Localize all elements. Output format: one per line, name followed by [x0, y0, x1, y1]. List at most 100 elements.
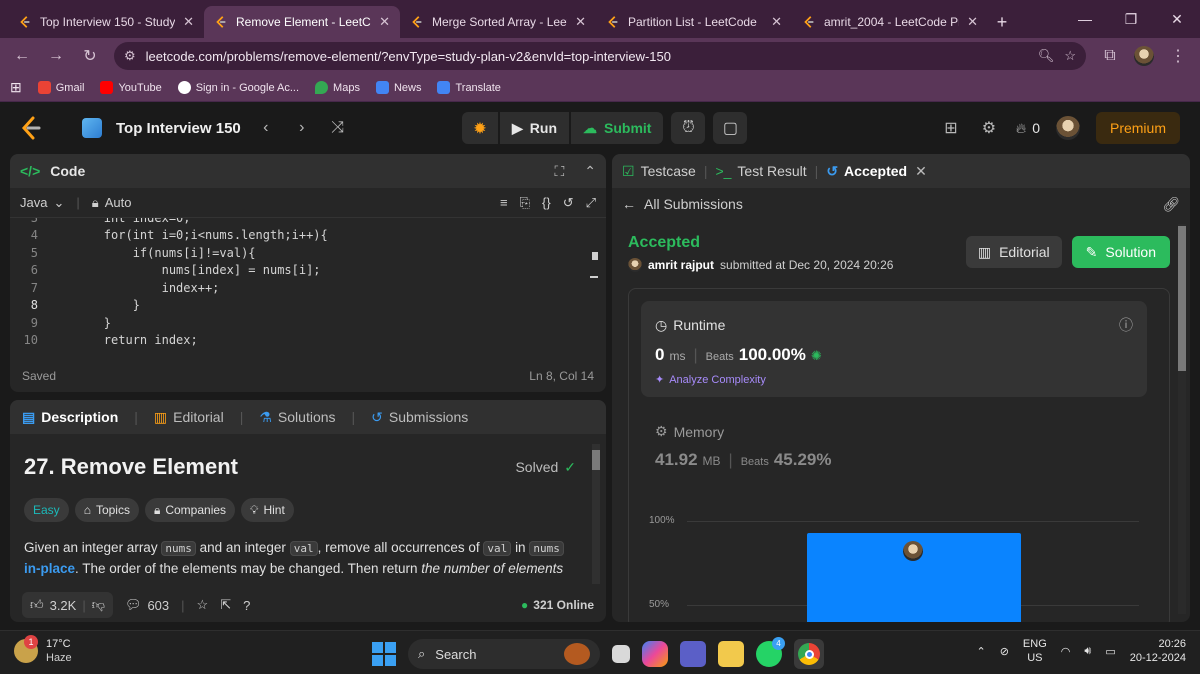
- close-tab-icon[interactable]: ✕: [379, 14, 390, 30]
- battery-icon[interactable]: ▭: [1105, 645, 1115, 658]
- tab-accepted[interactable]: ↺ Accepted: [826, 163, 907, 180]
- comments-button[interactable]: 💬︎ 603: [125, 597, 169, 613]
- browser-tab-active[interactable]: Remove Element - LeetCode ✕: [204, 6, 400, 38]
- bookmark-translate[interactable]: Translate: [437, 81, 501, 94]
- bookmark-youtube[interactable]: YouTube: [100, 81, 162, 94]
- share-icon[interactable]: ⇱: [220, 597, 231, 613]
- bookmark-maps[interactable]: Maps: [315, 81, 360, 94]
- code-editor[interactable]: 3 int index=0; 4 for(int i=0;i<nums.leng…: [10, 218, 606, 358]
- menu-icon[interactable]: ⋮: [1164, 42, 1192, 70]
- profile-avatar[interactable]: [1130, 42, 1158, 70]
- tray-overflow-icon[interactable]: ⌃: [976, 645, 985, 658]
- tab-solutions[interactable]: ⚗ Solutions: [259, 409, 335, 426]
- all-submissions-link[interactable]: All Submissions: [644, 196, 743, 212]
- like-button[interactable]: 👍︎ 3.2K | 👎︎: [22, 592, 113, 618]
- volume-icon[interactable]: 🔊︎: [1084, 645, 1091, 658]
- fullscreen-icon[interactable]: ⤢: [586, 195, 596, 211]
- bookmark-gmail[interactable]: Gmail: [37, 81, 84, 94]
- result-scrollbar[interactable]: [1178, 224, 1186, 614]
- leetcode-logo-icon[interactable]: [18, 115, 44, 141]
- user-avatar[interactable]: [1055, 116, 1080, 140]
- close-tab-icon[interactable]: ✕: [575, 14, 586, 30]
- site-info-icon[interactable]: ⚙: [124, 48, 136, 64]
- submitter-name[interactable]: amrit rajput: [648, 258, 714, 272]
- teams-icon[interactable]: [680, 641, 706, 667]
- topics-button[interactable]: ⌂ Topics: [74, 498, 139, 522]
- notes-button[interactable]: ▢: [713, 112, 748, 144]
- maximize-icon[interactable]: ⛶: [554, 163, 564, 180]
- problem-title[interactable]: 27. Remove Element: [24, 454, 238, 480]
- run-button[interactable]: ▶ Run: [500, 112, 569, 144]
- minimize-icon[interactable]: —: [1062, 0, 1108, 38]
- analyze-complexity-link[interactable]: ✦ Analyze Complexity: [655, 373, 1133, 387]
- distribution-bar[interactable]: [807, 533, 1021, 622]
- zoom-icon[interactable]: 🔍︎: [1038, 48, 1055, 64]
- close-tab-icon[interactable]: ✕: [915, 163, 927, 180]
- chevron-left-icon[interactable]: ‹: [255, 119, 277, 137]
- apps-grid-icon[interactable]: ⊞: [10, 79, 22, 96]
- browser-tab[interactable]: Merge Sorted Array - LeetCo ✕: [400, 6, 596, 38]
- premium-button[interactable]: Premium: [1095, 112, 1180, 144]
- new-tab-button[interactable]: +: [988, 6, 1016, 38]
- settings-gear-icon[interactable]: ⚙: [978, 118, 1000, 138]
- braces-icon[interactable]: {}: [542, 195, 551, 210]
- forward-icon[interactable]: →: [42, 42, 70, 70]
- submit-button[interactable]: ☁ Submit: [571, 112, 664, 144]
- link-icon[interactable]: 🔗︎: [1162, 196, 1180, 213]
- chrome-icon[interactable]: [794, 639, 824, 669]
- back-arrow-icon[interactable]: ←: [622, 196, 636, 212]
- hint-button[interactable]: 💡︎ Hint: [241, 498, 294, 522]
- network-off-icon[interactable]: ⊘: [1000, 645, 1009, 658]
- language-indicator[interactable]: ENG US: [1023, 637, 1047, 665]
- autocomplete-mode[interactable]: 🔒︎ Auto: [92, 195, 132, 211]
- language-select[interactable]: Java ⌄: [20, 195, 64, 211]
- collapse-chevron-icon[interactable]: ⌃: [584, 163, 596, 180]
- weather-widget[interactable]: 1 17°C Haze: [14, 635, 72, 665]
- reload-icon[interactable]: ↻: [76, 42, 104, 70]
- reset-icon[interactable]: ↺: [563, 195, 574, 211]
- solution-button[interactable]: ✎ Solution: [1071, 236, 1170, 268]
- companies-button[interactable]: 🔒︎ Companies: [144, 498, 236, 522]
- bookmark-google-signin[interactable]: Sign in - Google Ac...: [177, 81, 299, 94]
- star-icon[interactable]: ☆: [197, 597, 209, 613]
- clock[interactable]: 20:26 20-12-2024: [1130, 637, 1186, 665]
- study-plan-title[interactable]: Top Interview 150: [116, 120, 241, 137]
- editor-scrollbar[interactable]: [592, 252, 598, 260]
- in-place-link[interactable]: in-place: [24, 561, 75, 576]
- chevron-right-icon[interactable]: ›: [291, 119, 313, 137]
- url-bar[interactable]: ⚙ leetcode.com/problems/remove-element/?…: [114, 42, 1086, 70]
- file-explorer-icon[interactable]: [718, 641, 744, 667]
- shuffle-icon[interactable]: ⤨: [327, 119, 349, 137]
- help-icon[interactable]: ?: [243, 598, 250, 613]
- streak-counter[interactable]: 🔥︎ 0: [1016, 120, 1040, 137]
- bookmark-icon[interactable]: ⎘: [520, 195, 530, 211]
- back-icon[interactable]: ←: [8, 42, 36, 70]
- close-tab-icon[interactable]: ✕: [183, 14, 194, 30]
- bookmark-news[interactable]: News: [375, 81, 421, 94]
- description-scrollbar[interactable]: [592, 444, 600, 584]
- tab-description[interactable]: ▤ Description: [22, 409, 118, 426]
- tab-editorial[interactable]: ▥ Editorial: [154, 409, 224, 426]
- debug-button[interactable]: ✹: [462, 112, 498, 144]
- bookmark-star-icon[interactable]: ☆: [1064, 48, 1076, 64]
- editorial-button[interactable]: ▥ Editorial: [965, 236, 1062, 268]
- copilot-icon[interactable]: [642, 641, 668, 667]
- wifi-icon[interactable]: ◠: [1061, 645, 1071, 658]
- close-tab-icon[interactable]: ✕: [967, 14, 978, 30]
- browser-tab[interactable]: Partition List - LeetCode ✕: [596, 6, 792, 38]
- extensions-icon[interactable]: ⧉: [1096, 42, 1124, 70]
- timer-button[interactable]: ⏰︎: [671, 112, 706, 144]
- thumbs-down-icon[interactable]: 👎︎: [92, 597, 105, 613]
- tab-submissions[interactable]: ↺ Submissions: [371, 409, 468, 426]
- format-icon[interactable]: ≡: [500, 195, 508, 210]
- windows-start-icon[interactable]: [372, 642, 396, 666]
- whatsapp-icon[interactable]: 4: [756, 637, 785, 667]
- memory-card[interactable]: ⚙ Memory 41.92 MB | Beats 45.29%: [641, 409, 1147, 479]
- layout-grid-icon[interactable]: ⊞: [940, 118, 962, 138]
- tab-test-result[interactable]: >_ Test Result: [715, 163, 806, 179]
- close-window-icon[interactable]: ✕: [1154, 0, 1200, 38]
- browser-tab[interactable]: amrit_2004 - LeetCode Profi ✕: [792, 6, 988, 38]
- tab-testcase[interactable]: ☑ Testcase: [622, 163, 696, 180]
- taskbar-search[interactable]: ⌕ Search: [408, 639, 600, 669]
- task-view-icon[interactable]: [612, 645, 630, 663]
